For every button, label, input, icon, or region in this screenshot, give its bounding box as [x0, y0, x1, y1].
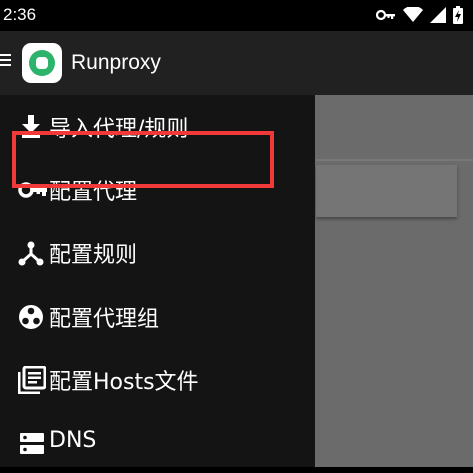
- status-bar: 2:36: [0, 0, 473, 31]
- status-time: 2:36: [3, 5, 37, 24]
- key-icon: [376, 9, 396, 21]
- background-card: [316, 165, 457, 217]
- status-icons: [376, 6, 463, 24]
- battery-charging-icon: [453, 6, 463, 24]
- menu-item-configure-hosts[interactable]: 配置Hosts文件: [0, 349, 315, 409]
- menu-item-dns[interactable]: DNS: [0, 413, 315, 473]
- fork-icon: [18, 239, 46, 267]
- dns-server-icon: [18, 430, 46, 458]
- library-books-icon: [17, 365, 47, 395]
- hamburger-icon[interactable]: [0, 54, 12, 70]
- menu-item-label: 配置规则: [49, 243, 138, 268]
- app-title: Runproxy: [71, 51, 161, 74]
- divider: [316, 159, 473, 161]
- menu-item-configure-rules[interactable]: 配置规则: [0, 222, 315, 282]
- menu-item-label: DNS: [49, 428, 97, 453]
- signal-icon: [430, 7, 446, 23]
- app-toolbar: Runproxy: [0, 31, 473, 95]
- highlight-box: [12, 131, 274, 188]
- menu-item-configure-proxy-group[interactable]: 配置代理组: [0, 286, 315, 346]
- wifi-icon: [403, 7, 423, 23]
- menu-item-label: 配置Hosts文件: [49, 370, 199, 395]
- menu-item-label: 配置代理组: [49, 307, 160, 332]
- group-circle-icon: [18, 303, 46, 331]
- runproxy-logo: [22, 43, 62, 83]
